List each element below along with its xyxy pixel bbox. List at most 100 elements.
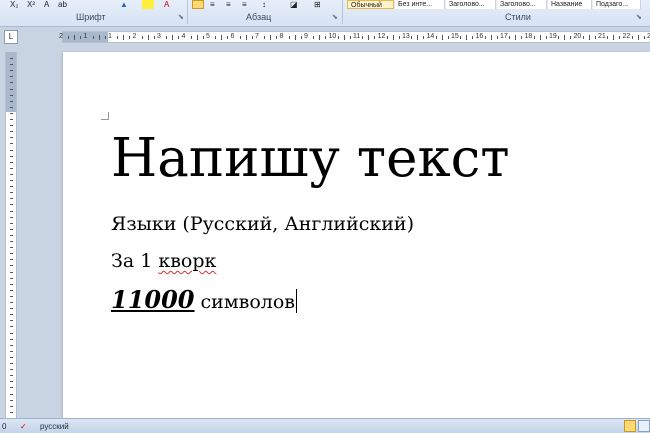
spellcheck-icon[interactable]: ✓ bbox=[20, 421, 27, 432]
ruler-tick bbox=[10, 192, 13, 194]
ruler-tick bbox=[533, 36, 535, 39]
ruler-number: 5 bbox=[206, 33, 210, 40]
superscript-icon[interactable]: X² bbox=[27, 0, 35, 9]
ruler-tick bbox=[368, 35, 370, 40]
ruler-tick bbox=[447, 36, 449, 39]
ruler-tick bbox=[423, 36, 425, 39]
ruler-tick bbox=[10, 308, 13, 310]
ruler-tick bbox=[178, 36, 180, 39]
ruler-tick bbox=[10, 350, 13, 352]
ruler-tick bbox=[337, 36, 339, 39]
ruler-tick bbox=[104, 36, 106, 39]
ruler-tick bbox=[594, 36, 596, 39]
ruler-number: 12 bbox=[377, 33, 386, 40]
ruler-tick bbox=[10, 289, 13, 291]
ruler-tick bbox=[190, 36, 192, 39]
style-no-spacing[interactable]: Без инте... bbox=[395, 0, 445, 9]
margin-corner-mark bbox=[101, 112, 109, 120]
ruler-tick bbox=[10, 119, 13, 120]
word-count[interactable]: 0 bbox=[2, 421, 6, 432]
ruler-tick bbox=[496, 36, 498, 39]
ruler-tick bbox=[10, 106, 13, 108]
ruler-tick bbox=[10, 88, 13, 90]
ruler-tick bbox=[123, 35, 125, 40]
justify-icon[interactable]: ≡ bbox=[242, 0, 247, 9]
ruler-tick bbox=[539, 35, 541, 40]
line-prefix: За 1 bbox=[111, 250, 159, 272]
subscript-icon[interactable]: X₂ bbox=[10, 0, 18, 9]
ruler-number: 19 bbox=[549, 33, 557, 40]
ruler-tick bbox=[325, 36, 327, 39]
font-dialog-launcher-icon[interactable]: ⬊ bbox=[178, 14, 185, 21]
ruler-tick bbox=[166, 36, 168, 39]
group-label-paragraph: Абзац bbox=[246, 12, 272, 22]
full-screen-view-button[interactable] bbox=[638, 420, 650, 432]
misspelled-word: кворк bbox=[158, 250, 217, 272]
text-cursor bbox=[295, 289, 297, 313]
language-indicator[interactable]: русский bbox=[40, 421, 69, 432]
ruler-tick bbox=[10, 143, 13, 145]
text-effects-icon[interactable]: ab bbox=[58, 0, 67, 9]
ruler-tick bbox=[10, 363, 13, 364]
vertical-ruler[interactable] bbox=[5, 52, 17, 418]
ruler-tick bbox=[441, 35, 443, 40]
ruler-tick bbox=[172, 35, 174, 40]
ruler-tick bbox=[141, 36, 143, 39]
ruler-number: 15 bbox=[451, 33, 459, 40]
ruler-number: 8 bbox=[279, 33, 284, 40]
ruler-number: 6 bbox=[230, 33, 235, 40]
ruler-tick bbox=[10, 344, 13, 346]
separator bbox=[342, 0, 343, 24]
ruler-tick bbox=[319, 35, 321, 40]
ruler-tick bbox=[643, 36, 645, 39]
ruler-tick bbox=[10, 112, 13, 114]
ruler-number: 20 bbox=[573, 33, 582, 40]
document-line-characters: 11000 символов bbox=[111, 288, 297, 314]
ruler-tick bbox=[521, 36, 523, 39]
style-heading-2[interactable]: Заголово... bbox=[497, 0, 547, 9]
document-page[interactable]: Напишу текст Языки (Русский, Английский)… bbox=[63, 52, 650, 418]
ruler-tick bbox=[10, 100, 13, 102]
ruler-tick bbox=[80, 36, 82, 39]
ruler-tick bbox=[10, 393, 13, 395]
ruler-tick bbox=[10, 356, 13, 358]
ruler-tick bbox=[10, 131, 13, 133]
align-left-icon[interactable] bbox=[192, 0, 204, 9]
style-normal[interactable]: Обычный bbox=[347, 0, 394, 9]
ruler-tick bbox=[10, 82, 13, 84]
align-right-icon[interactable]: ≡ bbox=[226, 0, 231, 9]
clear-format-icon[interactable]: A bbox=[44, 0, 49, 9]
print-layout-view-button[interactable] bbox=[624, 420, 636, 432]
style-title[interactable]: Название bbox=[548, 0, 592, 9]
align-center-icon[interactable]: ≡ bbox=[210, 0, 215, 9]
borders-icon[interactable]: ⊞ bbox=[314, 0, 321, 9]
ruler-tick bbox=[147, 35, 149, 40]
ruler-tick bbox=[153, 36, 155, 39]
highlight-icon[interactable] bbox=[142, 0, 154, 9]
ruler-tick bbox=[202, 36, 204, 39]
ruler-tick bbox=[570, 36, 572, 39]
ruler-tick bbox=[10, 247, 13, 249]
style-subtitle[interactable]: Подзаго... bbox=[593, 0, 641, 9]
text-effect-icon[interactable]: ▲ bbox=[120, 0, 128, 9]
line-spacing-icon[interactable]: ↕ bbox=[262, 0, 266, 9]
ruler-tick bbox=[10, 411, 13, 413]
ruler-tick bbox=[10, 320, 13, 322]
ruler-tick bbox=[564, 35, 566, 40]
ruler-tick bbox=[264, 36, 266, 39]
ruler-tick bbox=[10, 326, 13, 328]
style-heading-1[interactable]: Заголово... bbox=[446, 0, 496, 9]
ruler-tick bbox=[10, 204, 13, 206]
ruler-tick bbox=[515, 35, 517, 40]
styles-dialog-launcher-icon[interactable]: ⬊ bbox=[636, 14, 643, 21]
ruler-tick bbox=[10, 234, 13, 236]
document-title: Напишу текст bbox=[111, 128, 510, 189]
tab-selector[interactable]: L bbox=[4, 30, 18, 44]
ruler-tick bbox=[374, 36, 376, 39]
font-color-icon[interactable]: A bbox=[164, 0, 169, 9]
ruler-tick bbox=[10, 198, 13, 200]
paragraph-dialog-launcher-icon[interactable]: ⬊ bbox=[332, 14, 339, 21]
ruler-tick bbox=[10, 222, 13, 224]
shading-icon[interactable]: ◪ bbox=[290, 0, 298, 9]
horizontal-ruler[interactable]: 211234567891011121314151617181920212223 bbox=[59, 31, 650, 43]
